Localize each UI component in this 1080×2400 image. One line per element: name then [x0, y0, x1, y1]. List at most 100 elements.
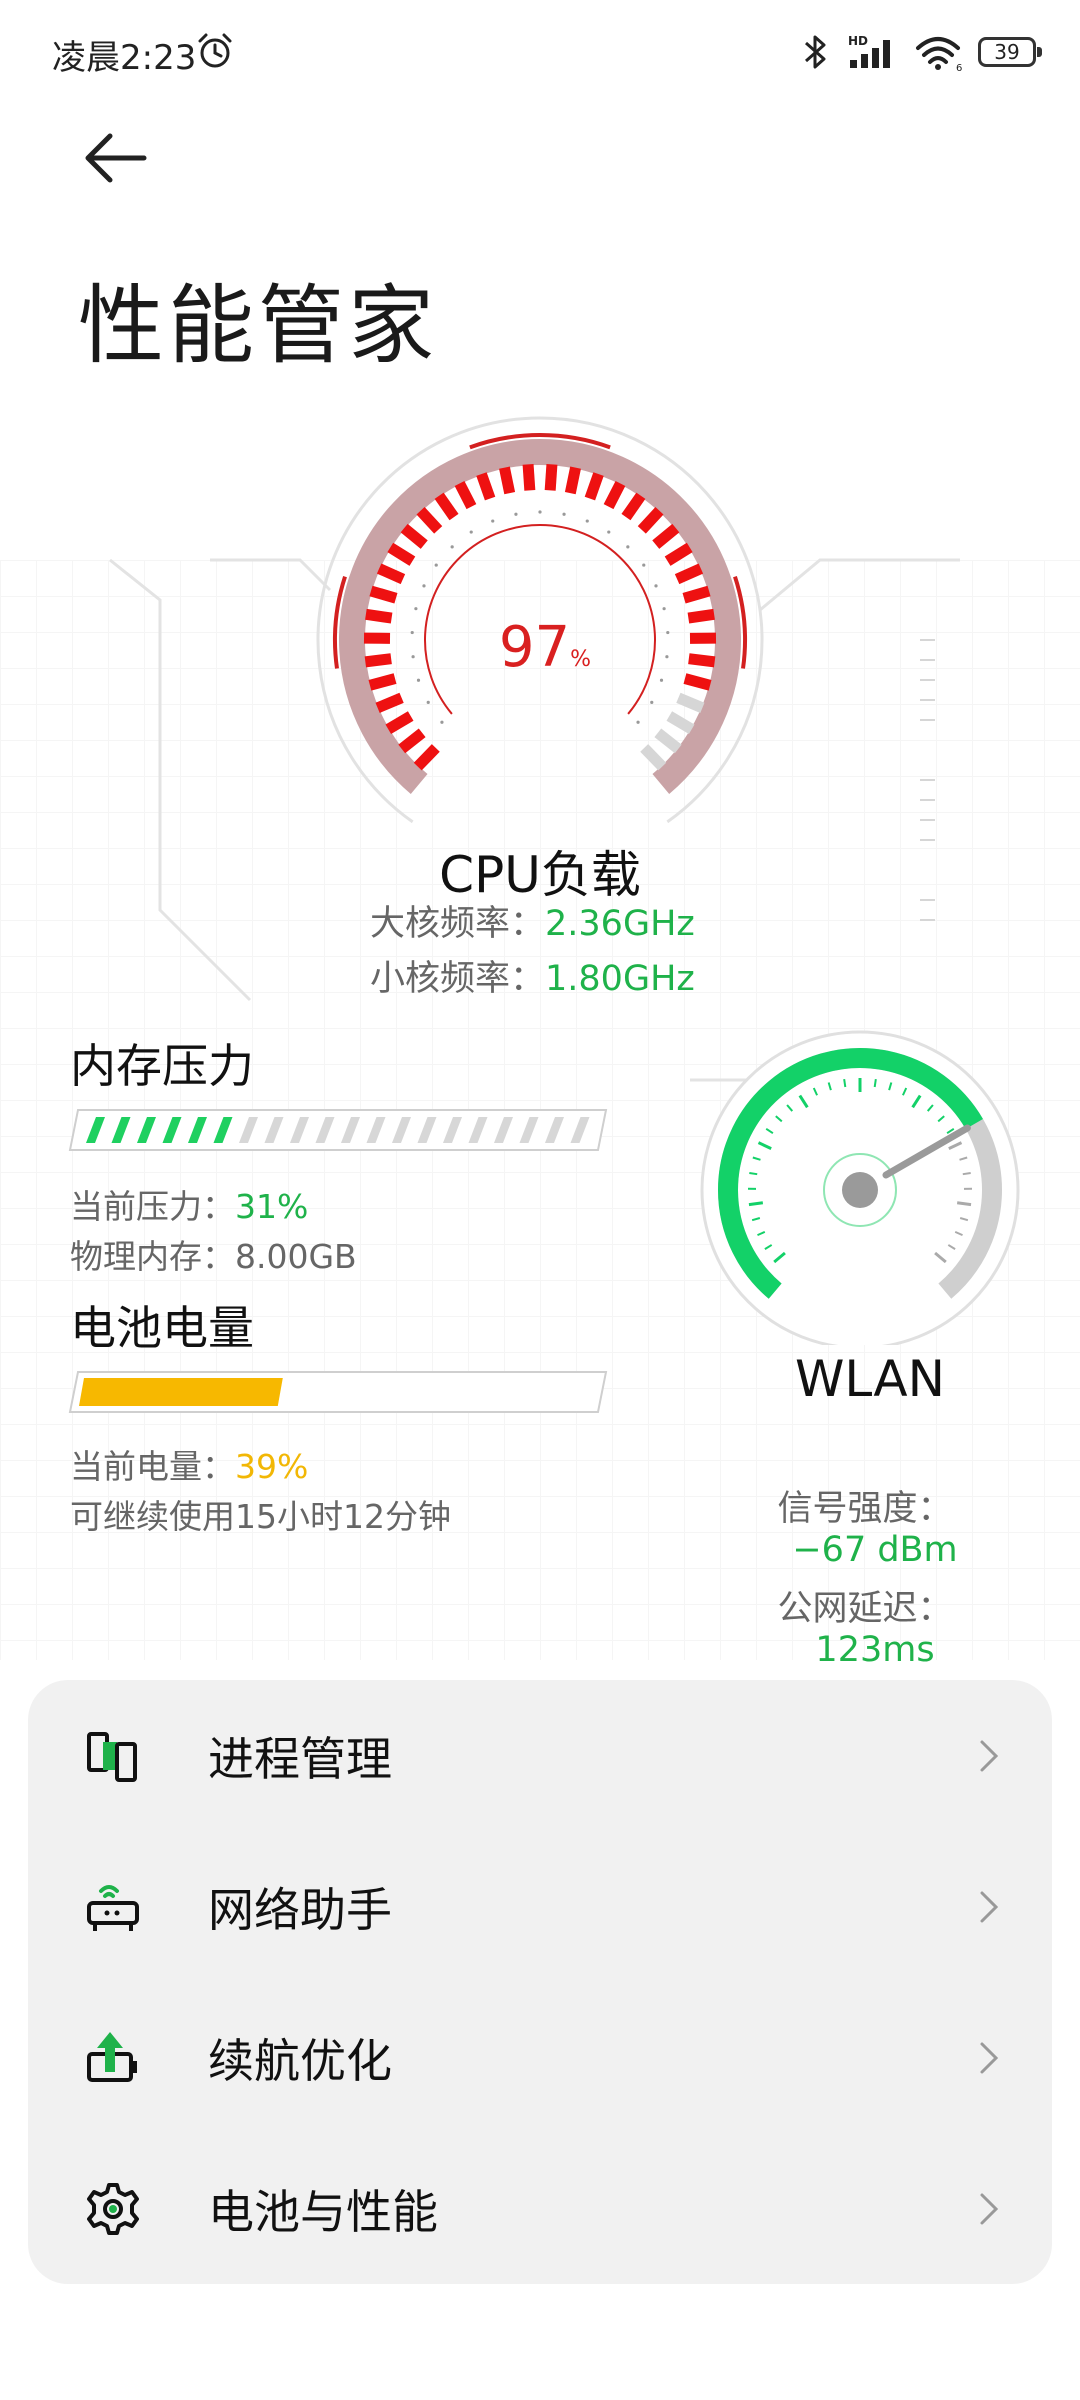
memory-pressure-value: 31%	[235, 1187, 309, 1226]
cpu-load-segment	[687, 608, 715, 624]
memory-pressure-label: 当前压力：	[70, 1187, 235, 1226]
cpu-load-segment	[688, 653, 716, 668]
chevron-right-icon	[980, 1891, 999, 1922]
cpu-gauge-dot	[607, 530, 611, 534]
battery-level-label: 当前电量：	[70, 1447, 235, 1486]
wlan-gauge-tick	[843, 1078, 847, 1088]
wlan-gauge-tick	[956, 1201, 972, 1207]
cpu-load-segment	[640, 744, 667, 771]
cpu-load-segment	[676, 692, 705, 713]
page-title: 性能管家	[78, 276, 438, 376]
big-core-label: 大核频率：	[370, 904, 546, 944]
memory-pressure-bar	[68, 1109, 608, 1151]
cpu-load-segment	[621, 492, 646, 521]
battery-boost-icon	[87, 2031, 137, 2082]
cpu-load-segment	[683, 673, 712, 691]
cpu-gauge-dot	[659, 678, 664, 682]
battery-title: 电池电量	[70, 1301, 254, 1355]
cpu-gauge-dot	[662, 607, 666, 611]
cpu-load-segment	[434, 492, 459, 521]
small-core-frequency: 小核频率：1.80GHz	[370, 950, 695, 1001]
status-time: 凌晨2:23	[52, 38, 197, 78]
menu-item-battery-optimization[interactable]: 续航优化	[28, 1982, 1052, 2133]
cpu-load-segment	[584, 472, 604, 501]
small-core-value: 1.80GHz	[545, 959, 695, 999]
cpu-gauge-dot	[666, 630, 670, 635]
cpu-gauge-dot	[416, 678, 421, 682]
memory-pressure: 当前压力：31%	[70, 1180, 308, 1228]
cpu-load-segment	[375, 692, 404, 713]
cpu-gauge-dot	[585, 519, 589, 523]
cpu-gauge-dot	[562, 512, 566, 516]
cpu-gauge-dot	[514, 512, 518, 516]
cellular-signal-icon: HD	[848, 34, 890, 68]
battery-bar-fill	[79, 1378, 283, 1406]
cpu-load-segment	[413, 744, 440, 771]
cpu-load-segment	[522, 464, 536, 491]
battery-status-value: 39	[994, 40, 1020, 64]
cpu-load-segment	[369, 585, 398, 604]
cpu-load-segment	[398, 728, 426, 754]
cpu-gauge-dot	[410, 630, 414, 635]
chevron-right-icon	[980, 1740, 999, 1771]
cpu-gauge-dot	[469, 530, 473, 534]
wifi-6-label: 6	[956, 63, 962, 72]
menu-label-endurance: 续航优化	[208, 2033, 392, 2088]
bluetooth-icon	[805, 35, 826, 69]
big-core-value: 2.36GHz	[545, 904, 695, 944]
battery-level-value: 39%	[235, 1447, 309, 1486]
cpu-gauge-dot	[434, 563, 438, 567]
cpu-gauge-dot	[538, 510, 542, 514]
cpu-gauge-dot	[491, 519, 495, 523]
status-icons: HD 6 39	[800, 30, 1042, 74]
wlan-title: WLAN	[794, 1350, 946, 1408]
cpu-gauge-dot	[426, 700, 430, 704]
menu-item-network-assistant[interactable]: 网络助手	[28, 1831, 1052, 1982]
battery-level-bar	[68, 1371, 608, 1413]
cpu-load-segment	[476, 472, 496, 501]
battery-status-icon: 39	[978, 37, 1042, 67]
cpu-load-segment	[652, 523, 680, 549]
cpu-load-segment	[664, 542, 693, 566]
cpu-load-segment	[385, 711, 414, 734]
chevron-right-icon	[980, 2193, 999, 2224]
cpu-gauge-dot	[665, 655, 669, 659]
cpu-gauge-dot	[422, 584, 426, 588]
wlan-gauge-tick	[962, 1171, 971, 1176]
cpu-load-segment	[637, 507, 664, 534]
wlan-gauge-tick	[749, 1171, 758, 1176]
cpu-load-segment	[400, 523, 428, 549]
physical-memory-label: 物理内存：	[70, 1237, 235, 1276]
cpu-load-value: 97%	[470, 615, 620, 680]
battery-remaining: 可继续使用15小时12分钟	[70, 1497, 451, 1536]
back-button[interactable]	[74, 128, 154, 208]
cpu-load-segment	[387, 542, 416, 566]
cpu-gauge-dot	[626, 545, 630, 549]
menu-item-battery-performance[interactable]: 电池与性能	[28, 2133, 1052, 2284]
menu-item-process-management[interactable]: 进程管理	[28, 1680, 1052, 1831]
latency-value: 123ms	[815, 1630, 935, 1670]
cpu-load-segment	[365, 608, 393, 624]
cpu-gauge-dot	[414, 607, 418, 611]
cpu-load-segment	[564, 466, 581, 495]
cpu-load-segment	[376, 563, 406, 585]
cpu-load-number: 97	[498, 615, 571, 680]
chevron-right-icon	[980, 2042, 999, 2073]
cpu-load-segment	[682, 585, 711, 604]
cpu-gauge-dot	[650, 700, 654, 704]
cpu-gauge-dot	[642, 563, 646, 567]
cpu-gauge-dot	[440, 720, 444, 724]
physical-memory: 物理内存：8.00GB	[70, 1230, 357, 1278]
memory-title: 内存压力	[70, 1039, 254, 1093]
cpu-load-segment	[368, 673, 397, 691]
cpu-gauge-dot	[654, 584, 658, 588]
gear-icon	[87, 2182, 139, 2235]
wlan-gauge	[700, 1030, 1020, 1345]
latency-label: 公网延迟：	[777, 1589, 953, 1629]
cpu-gauge-dot	[636, 720, 640, 724]
cpu-load-segment	[454, 480, 477, 510]
cpu-load-segment	[364, 653, 392, 668]
cpu-load-segment	[654, 728, 682, 754]
cpu-load-segment	[499, 466, 516, 495]
small-core-label: 小核频率：	[370, 959, 546, 999]
